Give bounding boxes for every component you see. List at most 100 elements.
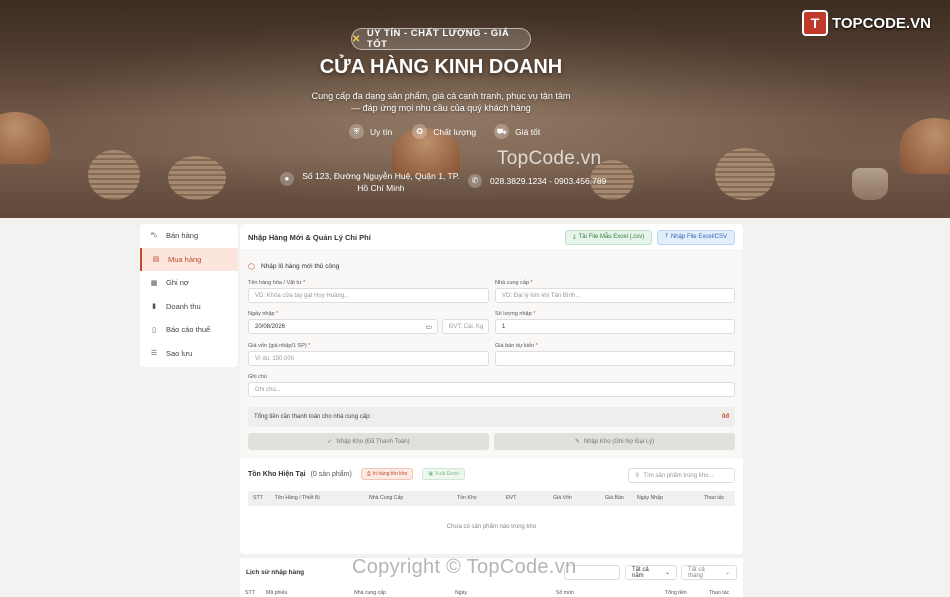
stock-count: (0 sản phẩm) xyxy=(310,470,352,478)
sidebar-item-sao-luu[interactable]: ☰ Sao lưu xyxy=(140,342,238,366)
sidebar-item-mua-hang[interactable]: ▤ Mua hàng xyxy=(140,247,238,271)
column-header: STT xyxy=(253,495,263,501)
hero-title: CỬA HÀNG KINH DOANH xyxy=(319,56,563,78)
total-label: Tổng tiền cần thanh toán cho nhà cung cấ… xyxy=(254,414,372,420)
column-header: Ngày Nhập xyxy=(637,495,663,501)
history-title: Lịch sử nhập hàng xyxy=(246,569,305,576)
column-header: Nhà Cung Cấp xyxy=(369,495,404,501)
main-header: Nhập Hàng Mới & Quản Lý Chi Phí ⤓ Tải Fi… xyxy=(240,224,743,251)
quantity-input[interactable]: 1 xyxy=(495,319,735,334)
hero-address: ● Số 123, Đường Nguyễn Huệ, Quận 1, TP. … xyxy=(280,170,460,194)
month-select[interactable]: Tất cả tháng ⌄ xyxy=(681,565,737,580)
column-header: ĐVT xyxy=(506,495,517,501)
product-name-input[interactable]: VD: Khóa cửa tay gạt Huy Hoàng... xyxy=(248,288,489,303)
receipt-icon: ▤ xyxy=(152,256,160,264)
sidebar-item-doanh-thu[interactable]: ▮ Doanh thu xyxy=(140,295,238,319)
pen-icon: ✎ xyxy=(574,439,580,445)
main-panel: Nhập Hàng Mới & Quản Lý Chi Phí ⤓ Tải Fi… xyxy=(240,224,743,554)
sidebar-item-ban-hang[interactable]: ⛍ Bán hàng xyxy=(140,224,238,248)
import-file-button[interactable]: ⤒ Nhập File Excel/CSV xyxy=(657,229,735,245)
note-label: Ghi chú xyxy=(248,374,267,380)
ledger-icon: ▦ xyxy=(150,279,158,287)
tagline-pill: ✕ UY TÍN - CHẤT LƯỢNG - GIÁ TỐT xyxy=(351,28,531,50)
supplier-input[interactable]: VD: Đại lý kim khí Tân Bình... xyxy=(495,288,735,303)
address-text: Số 123, Đường Nguyễn Huệ, Quận 1, TP. Hồ… xyxy=(302,171,460,193)
medal-icon: ✪ xyxy=(412,124,428,139)
bar-chart-icon: ▮ xyxy=(152,303,156,311)
cost-price-input[interactable]: Ví dụ: 150.000 xyxy=(248,351,489,366)
column-header: Giá Bán xyxy=(605,495,624,501)
product-name-label: Tên hàng hóa / Vật tư * xyxy=(248,280,306,286)
printer-icon: ⎙ xyxy=(366,471,371,477)
badge-price: ⛟ Giá tốt xyxy=(494,124,540,139)
logo-text: TOPCODE.VN xyxy=(832,14,931,32)
total-payable: Tổng tiền cần thanh toán cho nhà cung cấ… xyxy=(248,407,735,427)
stock-table-header: STT Tên Hàng / Thiết Bị Nhà Cung Cấp Tồn… xyxy=(248,491,735,506)
sale-price-input[interactable] xyxy=(495,351,735,366)
download-template-button[interactable]: ⤓ Tải File Mẫu Excel (.csv) xyxy=(564,229,653,245)
button-label: In hàng tồn kho xyxy=(372,471,408,477)
sidebar-item-label: Bán hàng xyxy=(166,231,199,241)
print-stock-button[interactable]: ⎙ In hàng tồn kho xyxy=(360,468,414,480)
sale-price-label: Giá bán dự kiến * xyxy=(495,343,538,349)
badge-label: Uy tín xyxy=(370,126,393,137)
column-header: Thao tác xyxy=(704,495,725,501)
stock-search-input[interactable]: ⚲ Tìm sản phẩm trong kho... xyxy=(628,468,735,483)
column-header: Tên Hàng / Thiết Bị xyxy=(275,495,320,501)
import-date-input[interactable]: 20/08/2026 ▭ xyxy=(248,319,438,334)
file-icon: ▣ xyxy=(428,471,434,477)
column-header: STT xyxy=(245,590,255,596)
unit-input[interactable]: ĐVT: Cái, Kg xyxy=(442,319,489,334)
topcode-logo[interactable]: T TOPCODE.VN xyxy=(802,10,931,36)
search-placeholder: Tìm sản phẩm trong kho... xyxy=(643,472,714,479)
shield-icon: ⛨ xyxy=(349,124,364,139)
sidebar-item-label: Báo cáo thuế xyxy=(166,325,211,335)
badge-label: Giá tốt xyxy=(515,126,541,137)
import-form: ⬡ Nhập lô hàng mới thủ công Tên hàng hóa… xyxy=(240,251,743,459)
calendar-icon[interactable]: ▭ xyxy=(425,323,432,331)
phone-text: 028.3829.1234 - 0903.456.789 xyxy=(490,176,607,186)
year-select[interactable]: Tất cả năm ⌄ xyxy=(625,565,677,580)
star-icon: ✕ xyxy=(352,33,361,45)
section-title-text: Nhập lô hàng mới thủ công xyxy=(260,263,340,270)
import-paid-button[interactable]: ✓ Nhập Kho (Đã Thanh Toán) xyxy=(248,433,489,450)
column-header: Số món xyxy=(556,590,574,596)
logo-mark: T xyxy=(802,10,828,36)
check-icon: ✓ xyxy=(327,439,333,445)
button-label: Nhập Kho (Ghi Nợ Đại Lý) xyxy=(583,438,655,445)
hero-watermark: TopCode.vn xyxy=(497,148,602,169)
upload-icon: ⤒ xyxy=(665,233,668,240)
copyright-watermark: Copyright © TopCode.vn xyxy=(352,556,577,578)
sidebar-item-label: Ghi nợ xyxy=(166,278,189,288)
select-value: Tất cả tháng xyxy=(688,566,705,579)
location-pin-icon: ● xyxy=(280,172,294,186)
tagline-text: UY TÍN - CHẤT LƯỢNG - GIÁ TỐT xyxy=(366,28,510,50)
sidebar: ⛍ Bán hàng ▤ Mua hàng ▦ Ghi nợ ▮ Doanh t… xyxy=(140,224,238,367)
quantity-label: Số lượng nhập * xyxy=(495,311,536,317)
sidebar-item-ghi-no[interactable]: ▦ Ghi nợ xyxy=(140,271,238,295)
export-excel-button[interactable]: ▣ Xuất Excel xyxy=(422,468,465,480)
column-header: Tổng tiền xyxy=(665,590,687,596)
chevron-down-icon: ⌄ xyxy=(664,570,670,576)
total-value: 0đ xyxy=(721,414,729,420)
note-input[interactable]: Ghi chú... xyxy=(248,382,735,397)
button-label: Nhập File Excel/CSV xyxy=(670,234,727,240)
import-debt-button[interactable]: ✎ Nhập Kho (Ghi Nợ Đại Lý) xyxy=(494,433,735,450)
column-header: Mã phiếu xyxy=(266,590,288,596)
badge-label: Chất lượng xyxy=(433,126,477,137)
sidebar-item-label: Mua hàng xyxy=(168,254,202,264)
button-label: Xuất Excel xyxy=(435,471,459,477)
supplier-label: Nhà cung cấp * xyxy=(495,280,533,286)
page-title: Nhập Hàng Mới & Quản Lý Chi Phí xyxy=(248,232,371,242)
stock-title: Tồn Kho Hiện Tại xyxy=(248,470,306,478)
stock-empty-text: Chưa có sản phẩm nào trong kho xyxy=(446,524,537,530)
database-icon: ☰ xyxy=(150,350,158,358)
truck-icon: ⛟ xyxy=(494,124,510,139)
hero-description: Cung cấp đa dạng sản phẩm, giá cả cạnh t… xyxy=(311,91,571,113)
sidebar-item-bao-cao-thue[interactable]: ▯ Báo cáo thuế xyxy=(140,318,238,342)
box-icon: ⬡ xyxy=(248,262,255,271)
select-value: Tất cả năm xyxy=(632,566,649,579)
button-label: Tải File Mẫu Excel (.csv) xyxy=(578,234,645,240)
cart-icon: ⛍ xyxy=(150,232,158,240)
section-title: ⬡ Nhập lô hàng mới thủ công xyxy=(248,262,339,271)
